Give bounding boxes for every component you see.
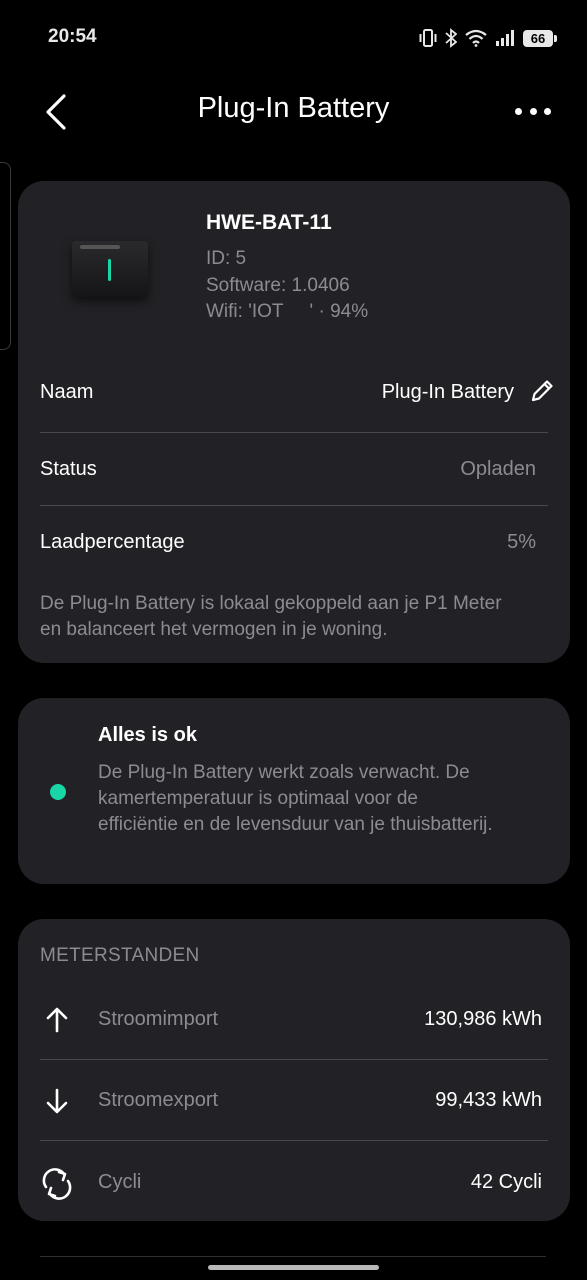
vibrate-icon — [419, 29, 437, 47]
arrow-up-icon — [46, 1007, 68, 1033]
cycle-icon — [42, 1168, 72, 1200]
device-description: De Plug-In Battery is lokaal gekoppeld a… — [40, 593, 502, 640]
divider — [40, 1059, 548, 1060]
more-dot-icon — [529, 107, 537, 115]
device-wifi: Wifi: 'IOT ' · 94% — [206, 301, 369, 322]
divider — [40, 1140, 548, 1141]
meter-readings-card: METERSTANDEN Stroomimport 130,986 kWh St… — [18, 919, 570, 1221]
status-bar-time: 20:54 — [48, 26, 97, 47]
device-status-light — [108, 259, 111, 281]
export-value: 99,433 kWh — [435, 1089, 542, 1111]
battery-indicator: 66 — [523, 29, 557, 47]
cycles-label: Cycli — [98, 1171, 142, 1193]
import-value: 130,986 kWh — [424, 1008, 542, 1030]
device-name: HWE-BAT-11 — [206, 211, 332, 234]
status-description: De Plug-In Battery werkt zoals verwacht.… — [98, 762, 493, 835]
status-bar-icons: 66 — [419, 26, 557, 50]
divider — [40, 432, 548, 433]
status-value: Opladen — [460, 458, 536, 480]
name-label: Naam — [40, 381, 94, 403]
more-dot-icon — [544, 107, 551, 115]
status-label: Status — [40, 458, 97, 480]
wifi-icon — [465, 29, 487, 47]
status-card: Alles is ok De Plug-In Battery werkt zoa… — [18, 698, 570, 884]
signal-icon — [496, 30, 514, 46]
device-image — [72, 241, 148, 297]
device-card: HWE-BAT-11 ID: 5 Software: 1.0406 Wifi: … — [18, 181, 570, 663]
arrow-down-icon — [46, 1088, 68, 1114]
device-id: ID: 5 — [206, 248, 247, 269]
bluetooth-icon — [445, 28, 457, 48]
page-title: Plug-In Battery — [197, 92, 390, 124]
side-panel-edge — [0, 162, 11, 350]
edit-pencil-icon[interactable] — [528, 377, 556, 405]
divider — [40, 505, 548, 506]
more-dot-icon — [515, 107, 522, 115]
more-options-button[interactable] — [515, 100, 551, 122]
section-title: METERSTANDEN — [40, 945, 200, 966]
status-ok-indicator — [50, 784, 66, 800]
cycles-value: 42 Cycli — [470, 1171, 542, 1193]
device-software: Software: 1.0406 — [206, 275, 350, 296]
home-indicator[interactable] — [208, 1265, 379, 1270]
charge-percentage-label: Laadpercentage — [40, 531, 185, 553]
import-label: Stroomimport — [98, 1008, 219, 1030]
charge-percentage-value: 5% — [507, 531, 536, 553]
export-label: Stroomexport — [98, 1089, 219, 1111]
device-logo — [80, 245, 120, 249]
name-value[interactable]: Plug-In Battery — [382, 381, 514, 404]
status-title: Alles is ok — [98, 724, 197, 746]
divider — [40, 1256, 546, 1257]
